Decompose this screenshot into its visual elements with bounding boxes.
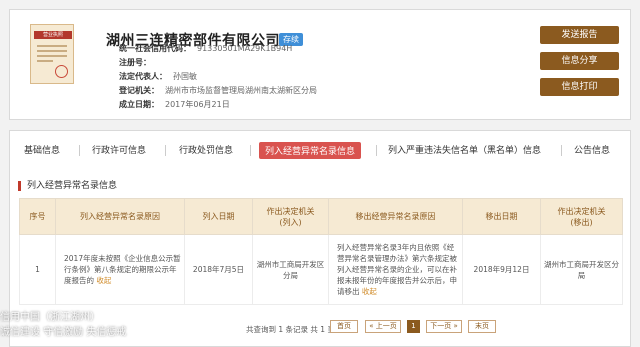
registration-authority-row: 登记机关： 湖州市市场监督管理局湖州南太湖新区分局	[119, 85, 317, 96]
tab-divider	[79, 145, 80, 156]
credit-code-row: 统一社会信用代码： 91330501MA29K1B94H	[119, 43, 292, 54]
column-header-date-out: 移出日期	[462, 198, 541, 235]
table-row: 1 2017年度未按照《企业信息公示暂行条例》第八条规定的期限公示年度报告的 收…	[19, 234, 623, 305]
cell-authority-out: 湖州市工商局开发区分局	[540, 234, 623, 305]
cell-reason-out: 列入经营异常名录3年内且依照《经营异常名录管理办法》第六条规定被列入经营异常名录…	[328, 234, 463, 305]
column-header-reason-out: 移出经营异常名录原因	[328, 198, 463, 235]
established-date-value: 2017年06月21日	[165, 100, 230, 109]
prev-page-button[interactable]: « 上一页	[365, 320, 401, 333]
first-page-button[interactable]: 首页	[330, 320, 358, 333]
column-header-authority-out: 作出决定机关 (移出)	[540, 198, 623, 235]
legal-rep-value: 孙国敏	[173, 72, 197, 81]
credit-code-value: 91330501MA29K1B94H	[197, 44, 293, 53]
license-line	[37, 45, 67, 47]
tab-bar: 基础信息 行政许可信息 行政处罚信息 列入经营异常名录信息 列入严重违法失信名单…	[10, 131, 630, 169]
registration-authority-value: 湖州市市场监督管理局湖州南太湖新区分局	[165, 86, 317, 95]
column-header-reason-in: 列入经营异常名录原因	[55, 198, 185, 235]
cell-authority-in: 湖州市工商局开发区分局	[252, 234, 329, 305]
credit-code-label: 统一社会信用代码：	[119, 44, 191, 53]
tab-divider	[561, 145, 562, 156]
legal-rep-row: 法定代表人： 孙国敏	[119, 71, 197, 82]
abnormal-records-table: 序号 列入经营异常名录原因 列入日期 作出决定机关 (列入) 移出经营异常名录原…	[19, 198, 623, 305]
section-title: 列入经营异常名录信息	[18, 181, 117, 191]
reg-number-row: 注册号：	[119, 57, 157, 68]
collapse-link[interactable]: 收起	[96, 276, 111, 285]
cell-date-out: 2018年9月12日	[462, 234, 541, 305]
column-header-date-in: 列入日期	[184, 198, 253, 235]
license-title: 营业执照	[34, 31, 72, 39]
reg-number-label: 注册号：	[119, 58, 151, 67]
tab-divider	[250, 145, 251, 156]
cell-index: 1	[19, 234, 56, 305]
print-info-button[interactable]: 信息打印	[540, 78, 619, 96]
business-license-image: 营业执照	[30, 24, 74, 84]
established-date-label: 成立日期：	[119, 100, 159, 109]
legal-rep-label: 法定代表人：	[119, 72, 167, 81]
cell-reason-in: 2017年度未按照《企业信息公示暂行条例》第八条规定的期限公示年度报告的 收起	[55, 234, 185, 305]
tab-abnormal-operation[interactable]: 列入经营异常名录信息	[259, 142, 362, 159]
company-card: 营业执照 湖州三连精密部件有限公司 存续 统一社会信用代码： 91330501MA…	[9, 9, 631, 120]
collapse-link[interactable]: 收起	[362, 287, 377, 296]
watermark: 信用中国（浙江湖州） 诚信建设 守信激励 失信惩戒	[0, 310, 126, 340]
next-page-button[interactable]: 下一页 »	[426, 320, 462, 333]
pagination-summary: 共查询到 1 条记录 共 1 页	[246, 325, 335, 334]
established-date-row: 成立日期： 2017年06月21日	[119, 99, 230, 110]
cell-date-in: 2018年7月5日	[184, 234, 253, 305]
reason-in-text: 2017年度未按照《企业信息公示暂行条例》第八条规定的期限公示年度报告的	[64, 254, 181, 285]
table-header-row: 序号 列入经营异常名录原因 列入日期 作出决定机关 (列入) 移出经营异常名录原…	[19, 198, 623, 235]
license-seal	[55, 65, 68, 78]
watermark-line-2: 诚信建设 守信激励 失信惩戒	[0, 327, 127, 338]
tab-basic-info[interactable]: 基础信息	[24, 143, 60, 156]
tab-admin-penalty[interactable]: 行政处罚信息	[179, 143, 233, 156]
tab-divider	[165, 145, 166, 156]
license-line	[37, 55, 67, 57]
tab-divider	[376, 145, 377, 156]
tab-announcements[interactable]: 公告信息	[574, 143, 610, 156]
share-info-button[interactable]: 信息分享	[540, 52, 619, 70]
license-line	[37, 60, 53, 62]
watermark-line-1: 信用中国（浙江湖州）	[0, 312, 100, 323]
column-header-index: 序号	[19, 198, 56, 235]
reason-out-text: 列入经营异常名录3年内且依照《经营异常名录管理办法》第六条规定被列入经营异常名录…	[337, 243, 457, 296]
send-report-button[interactable]: 发送报告	[540, 26, 619, 44]
tab-blacklist[interactable]: 列入严重违法失信名单（黑名单）信息	[388, 143, 541, 156]
license-line	[37, 50, 67, 52]
last-page-button[interactable]: 末页	[468, 320, 496, 333]
registration-authority-label: 登记机关：	[119, 86, 159, 95]
current-page-button[interactable]: 1	[407, 320, 420, 333]
tab-admin-license[interactable]: 行政许可信息	[92, 143, 146, 156]
column-header-authority-in: 作出决定机关 (列入)	[252, 198, 329, 235]
